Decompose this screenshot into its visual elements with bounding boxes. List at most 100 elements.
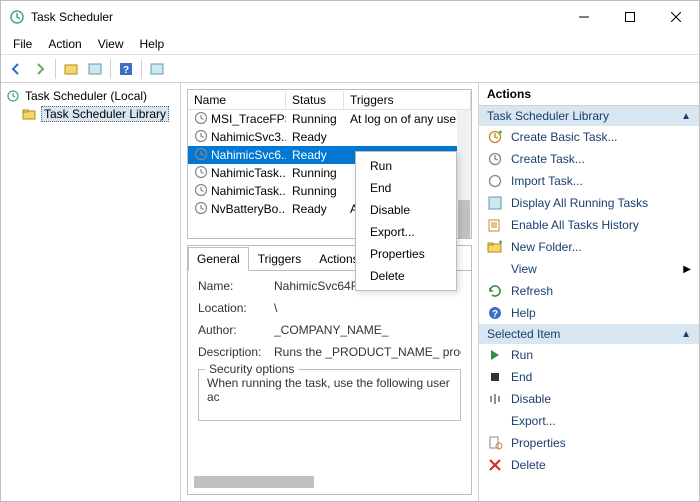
tree-library[interactable]: Task Scheduler Library: [3, 105, 178, 123]
scheduler-icon: [5, 88, 21, 104]
view-icon: [487, 261, 503, 277]
help-button[interactable]: ?: [115, 58, 137, 80]
folder-icon: [21, 106, 37, 122]
clock-icon: [194, 201, 208, 218]
toolbar: ?: [1, 55, 699, 83]
task-name: NahimicSvc6...: [211, 148, 286, 162]
minimize-button[interactable]: [561, 1, 607, 33]
actions-selected-label: Selected Item: [487, 327, 560, 341]
task-trigger: At log on of any user: [344, 112, 471, 126]
toolbar-separator: [55, 59, 56, 79]
maximize-button[interactable]: [607, 1, 653, 33]
window-controls: [561, 1, 699, 33]
task-status: Ready: [286, 202, 344, 216]
action-properties[interactable]: Properties: [479, 432, 699, 454]
action-label: Import Task...: [511, 174, 583, 188]
label-description: Description:: [198, 345, 274, 359]
action-label: Enable All Tasks History: [511, 218, 639, 232]
action-end[interactable]: End: [479, 366, 699, 388]
action-import[interactable]: Import Task...: [479, 170, 699, 192]
ctx-run[interactable]: Run: [356, 155, 456, 177]
action-folder[interactable]: New Folder...: [479, 236, 699, 258]
action-label: Run: [511, 348, 533, 362]
task-name: MSI_TraceFPS: [211, 112, 286, 126]
actions-heading: Actions: [479, 83, 699, 106]
help-icon: ?: [487, 305, 503, 321]
action-export[interactable]: Export...: [479, 410, 699, 432]
app-icon: [9, 9, 25, 25]
action-label: View: [511, 262, 537, 276]
action-create-basic[interactable]: Create Basic Task...: [479, 126, 699, 148]
tab-general[interactable]: General: [188, 247, 249, 271]
horizontal-scrollbar[interactable]: [194, 476, 314, 488]
action-run[interactable]: Run: [479, 344, 699, 366]
ctx-export[interactable]: Export...: [356, 221, 456, 243]
col-status[interactable]: Status: [286, 91, 344, 109]
task-row[interactable]: NahimicSvc3...Ready: [188, 128, 471, 146]
security-options-box: Security options When running the task, …: [198, 369, 461, 421]
clock-icon: [194, 183, 208, 200]
action-delete[interactable]: Delete: [479, 454, 699, 476]
actions-selected-heading[interactable]: Selected Item ▲: [479, 324, 699, 344]
clock-icon: [194, 111, 208, 128]
col-name[interactable]: Name: [188, 91, 286, 109]
clock-icon: [194, 165, 208, 182]
actions-library-heading[interactable]: Task Scheduler Library ▲: [479, 106, 699, 126]
toolbar-btn-1[interactable]: [60, 58, 82, 80]
task-status: Running: [286, 166, 344, 180]
task-status: Ready: [286, 130, 344, 144]
toolbar-btn-3[interactable]: [146, 58, 168, 80]
properties-icon: [487, 435, 503, 451]
clock-icon: [194, 129, 208, 146]
task-row[interactable]: MSI_TraceFPSRunningAt log on of any user: [188, 110, 471, 128]
menu-file[interactable]: File: [5, 35, 40, 53]
action-refresh[interactable]: Refresh: [479, 280, 699, 302]
folder-icon: [487, 239, 503, 255]
action-history[interactable]: Enable All Tasks History: [479, 214, 699, 236]
submenu-arrow-icon: ▶: [683, 264, 691, 275]
window-title: Task Scheduler: [31, 10, 561, 24]
action-label: New Folder...: [511, 240, 582, 254]
ctx-disable[interactable]: Disable: [356, 199, 456, 221]
app-window: Task Scheduler File Action View Help ? T…: [0, 0, 700, 502]
back-button[interactable]: [5, 58, 27, 80]
action-display-running[interactable]: Display All Running Tasks: [479, 192, 699, 214]
toolbar-separator: [110, 59, 111, 79]
action-label: Create Basic Task...: [511, 130, 618, 144]
tree-root[interactable]: Task Scheduler (Local): [3, 87, 178, 105]
ctx-properties[interactable]: Properties: [356, 243, 456, 265]
tree-pane: Task Scheduler (Local) Task Scheduler Li…: [1, 83, 181, 501]
ctx-end[interactable]: End: [356, 177, 456, 199]
actions-selected-list: Run EndDisableExport...Properties Delete: [479, 344, 699, 501]
ctx-delete[interactable]: Delete: [356, 265, 456, 287]
action-help[interactable]: ? Help: [479, 302, 699, 324]
value-location: \: [274, 301, 461, 315]
forward-button[interactable]: [29, 58, 51, 80]
tab-triggers[interactable]: Triggers: [249, 247, 311, 271]
action-view[interactable]: View ▶: [479, 258, 699, 280]
col-triggers[interactable]: Triggers: [344, 91, 471, 109]
delete-icon: [487, 457, 503, 473]
create-icon: [487, 151, 503, 167]
svg-text:?: ?: [123, 65, 129, 76]
main-body: Task Scheduler (Local) Task Scheduler Li…: [1, 83, 699, 501]
menu-view[interactable]: View: [90, 35, 132, 53]
action-label: Help: [511, 306, 536, 320]
menu-action[interactable]: Action: [40, 35, 89, 53]
vertical-scrollbar[interactable]: [457, 110, 471, 238]
action-create[interactable]: Create Task...: [479, 148, 699, 170]
collapse-icon: ▲: [681, 329, 691, 340]
toolbar-btn-2[interactable]: [84, 58, 106, 80]
scroll-thumb[interactable]: [458, 200, 470, 239]
action-label: Delete: [511, 458, 546, 472]
display-running-icon: [487, 195, 503, 211]
run-icon: [487, 347, 503, 363]
close-button[interactable]: [653, 1, 699, 33]
action-disable[interactable]: Disable: [479, 388, 699, 410]
tree-root-label: Task Scheduler (Local): [25, 89, 147, 103]
task-status: Ready: [286, 148, 344, 162]
clock-icon: [194, 147, 208, 164]
export-icon: [487, 413, 503, 429]
title-bar: Task Scheduler: [1, 1, 699, 33]
menu-help[interactable]: Help: [132, 35, 173, 53]
